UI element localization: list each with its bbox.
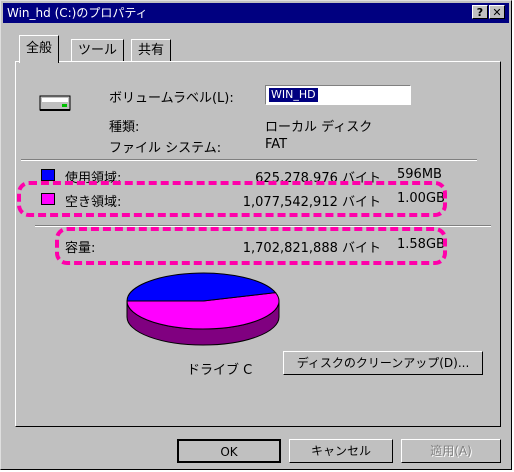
volume-label-value: WIN_HD: [269, 88, 318, 102]
separator: [21, 159, 477, 161]
tab-general[interactable]: 全般: [19, 35, 60, 63]
drive-caption: ドライブ C: [187, 363, 253, 378]
used-space-short: 596MB: [397, 167, 442, 182]
type-value: ローカル ディスク: [265, 120, 373, 135]
window-title: Win_hd (C:)のプロパティ: [7, 6, 148, 20]
capacity-highlight: [55, 227, 447, 265]
drive-icon: [39, 95, 71, 111]
type-caption: 種類:: [109, 120, 140, 135]
free-space-highlight: [17, 181, 447, 217]
tab-tools[interactable]: ツール: [71, 39, 125, 61]
tab-sharing[interactable]: 共有: [131, 39, 172, 61]
disk-usage-pie: [126, 272, 280, 346]
properties-window: Win_hd (C:)のプロパティ ? ✕ 全般 ツール 共有 ボリュームラベル…: [0, 0, 512, 470]
filesystem-caption: ファイル システム:: [109, 141, 222, 156]
volume-label-caption: ボリュームラベル(L):: [109, 91, 234, 106]
apply-button[interactable]: 適用(A): [401, 439, 501, 463]
ok-button[interactable]: OK: [177, 439, 281, 463]
help-button[interactable]: ?: [472, 5, 488, 19]
filesystem-value: FAT: [265, 137, 288, 152]
cancel-button[interactable]: キャンセル: [289, 439, 393, 463]
close-button[interactable]: ✕: [489, 5, 505, 19]
title-bar[interactable]: Win_hd (C:)のプロパティ ? ✕: [3, 3, 509, 23]
used-space-swatch: [41, 169, 55, 181]
disk-cleanup-button[interactable]: ディスクのクリーンアップ(D)...: [283, 351, 483, 375]
volume-label-input[interactable]: WIN_HD: [265, 85, 411, 105]
